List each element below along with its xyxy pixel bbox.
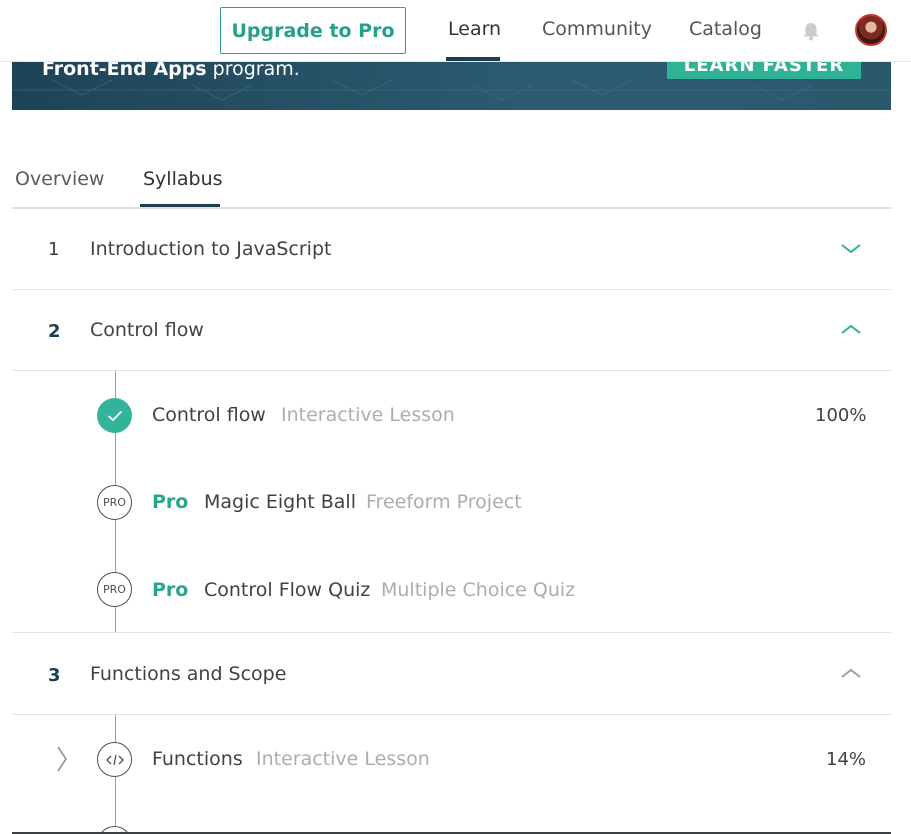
nav-link-community[interactable]: Community	[542, 18, 652, 40]
section-title: Control flow	[90, 319, 204, 341]
lesson-title[interactable]: Functions	[152, 748, 243, 770]
chevron-down-icon[interactable]	[840, 242, 862, 256]
bell-icon[interactable]	[800, 20, 822, 42]
check-icon	[97, 398, 132, 433]
pro-badge: Pro	[152, 579, 189, 601]
top-nav: Upgrade to Pro Learn Community Catalog	[0, 0, 911, 62]
lesson-type: Freeform Project	[366, 491, 522, 513]
lesson-type: Multiple Choice Quiz	[381, 579, 576, 601]
chevron-up-icon[interactable]	[840, 666, 862, 680]
section-row-1[interactable]: 1 Introduction to JavaScript	[12, 209, 891, 290]
pro-lock-icon: PRO	[97, 572, 132, 607]
tab-syllabus[interactable]: Syllabus	[143, 168, 223, 190]
section-number: 2	[48, 321, 61, 342]
code-icon	[97, 742, 132, 777]
upgrade-to-pro-button[interactable]: Upgrade to Pro	[220, 7, 406, 54]
lesson-progress: 100%	[815, 405, 867, 426]
section-number: 3	[48, 665, 61, 686]
section-number: 1	[48, 239, 60, 260]
nav-link-learn[interactable]: Learn	[448, 18, 501, 40]
lesson-title[interactable]: Magic Eight Ball	[204, 491, 356, 513]
lesson-progress: 14%	[826, 749, 867, 770]
pro-badge: Pro	[152, 491, 189, 513]
tab-overview[interactable]: Overview	[15, 168, 104, 190]
lesson-type: Interactive Lesson	[256, 748, 430, 770]
nav-link-catalog[interactable]: Catalog	[689, 18, 762, 40]
tab-active-indicator	[140, 204, 220, 207]
section-row-2[interactable]: 2 Control flow	[12, 290, 891, 371]
lesson-title[interactable]: Control flow	[152, 404, 266, 426]
section-title: Functions and Scope	[90, 663, 287, 685]
nav-active-indicator	[446, 57, 500, 61]
chevron-right-icon[interactable]	[55, 745, 69, 773]
lesson-type: Interactive Lesson	[281, 404, 455, 426]
course-tabs: Overview Syllabus	[12, 160, 891, 209]
pro-lock-icon: PRO	[97, 485, 132, 520]
chevron-up-icon[interactable]	[840, 322, 862, 336]
section-title: Introduction to JavaScript	[90, 238, 332, 260]
section-row-3[interactable]: 3 Functions and Scope	[12, 633, 891, 715]
lesson-title[interactable]: Control Flow Quiz	[204, 579, 370, 601]
avatar[interactable]	[855, 14, 887, 46]
